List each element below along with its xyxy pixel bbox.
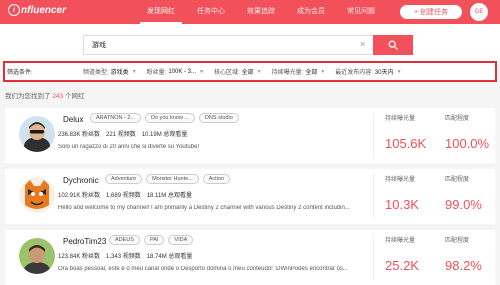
search-button[interactable] bbox=[373, 35, 413, 55]
tag[interactable]: ARATNON - 2... bbox=[90, 113, 142, 123]
match-value: 98.2% bbox=[445, 258, 482, 273]
video-count: 1,689 视频数 bbox=[106, 193, 141, 199]
filter-title: 筛选条件: bbox=[7, 70, 33, 76]
nav-faq[interactable]: 常见问题 bbox=[340, 0, 382, 24]
stats: 123.84K 粉丝数 1,343 视频数 18.74M 总观看量 bbox=[58, 251, 198, 260]
create-task-button[interactable]: + 创建任务 bbox=[400, 5, 462, 19]
tag[interactable]: PAI bbox=[143, 235, 165, 245]
filter-label: 频道类型: bbox=[83, 70, 109, 76]
user-avatar[interactable]: GE bbox=[470, 3, 488, 21]
filter-label: 核心区域: bbox=[213, 70, 240, 76]
tag[interactable]: VIDA bbox=[168, 235, 194, 245]
stats: 102.91K 粉丝数 1,689 视频数 18.11M 总观看量 bbox=[58, 190, 198, 199]
influencer-name[interactable]: Dychronic bbox=[63, 176, 99, 185]
result-number: 243 bbox=[52, 93, 64, 100]
view-count: 18.74M 总观看量 bbox=[146, 254, 193, 260]
exposure-label: 持续曝光量 bbox=[385, 177, 416, 183]
filter-value: 游戏类 bbox=[110, 70, 129, 76]
divider bbox=[373, 174, 374, 219]
tag-list: Adventure Monster Hunte... Action bbox=[105, 174, 234, 184]
result-prefix: 我们为您找到了 bbox=[5, 93, 53, 100]
chevron-down-icon: ▼ bbox=[320, 68, 326, 75]
chevron-down-icon: ▼ bbox=[396, 68, 402, 75]
exposure-value: 10.3K bbox=[385, 197, 419, 212]
search-icon bbox=[388, 40, 398, 50]
fans-count: 102.91K 粉丝数 bbox=[58, 193, 101, 199]
avatar[interactable] bbox=[19, 116, 55, 152]
logo-icon: i bbox=[8, 4, 20, 16]
view-count: 10.19M 总观看量 bbox=[141, 132, 188, 138]
tag[interactable]: DNS studio bbox=[198, 113, 239, 123]
clear-icon[interactable]: × bbox=[360, 39, 365, 49]
logo-text: nfluencer bbox=[21, 4, 67, 16]
fans-count: 123.84K 粉丝数 bbox=[58, 254, 101, 260]
match-label: 匹配程度 bbox=[445, 116, 470, 122]
divider bbox=[373, 113, 374, 158]
exposure-value: 105.6K bbox=[385, 136, 427, 151]
logo[interactable]: i nfluencer bbox=[8, 4, 66, 16]
nav-tasks[interactable]: 任务中心 bbox=[190, 0, 232, 24]
fans-count: 236.83K 粉丝数 bbox=[58, 132, 101, 138]
influencer-name[interactable]: Delux bbox=[63, 115, 83, 124]
match-label: 匹配程度 bbox=[445, 177, 470, 183]
tag-list: ADEUS PAI VIDA bbox=[109, 235, 197, 245]
tag[interactable]: Do you know ... bbox=[145, 113, 195, 123]
description: Ora boas pessoal, este é o meu canal ond… bbox=[58, 266, 348, 272]
tag[interactable]: Action bbox=[202, 174, 231, 184]
top-bar: i nfluencer 发现网红 任务中心 效果追踪 成为会员 常见问题 + 创… bbox=[0, 0, 500, 24]
filter-value: 30天内 bbox=[374, 70, 394, 76]
tag[interactable]: Monster Hunte... bbox=[146, 174, 199, 184]
filter-bar: 筛选条件: 频道类型: 游戏类 ▼ 粉丝量: 100K - 3... ▼ 核心区… bbox=[3, 61, 497, 82]
avatar[interactable] bbox=[19, 177, 55, 213]
chevron-down-icon: ▼ bbox=[199, 68, 204, 75]
tag[interactable]: ADEUS bbox=[109, 235, 140, 245]
nav-membership[interactable]: 成为会员 bbox=[290, 0, 332, 24]
nav-discover[interactable]: 发现网红 bbox=[140, 0, 182, 24]
influencer-name[interactable]: PedroTim23 bbox=[63, 237, 106, 246]
match-value: 100.0% bbox=[445, 136, 490, 151]
video-count: 221 视频数 bbox=[106, 132, 136, 138]
divider bbox=[373, 235, 374, 280]
exposure-label: 持续曝光量 bbox=[385, 116, 416, 122]
chevron-down-icon: ▼ bbox=[256, 68, 262, 75]
chevron-down-icon: ▼ bbox=[131, 68, 137, 75]
exposure-value: 25.2K bbox=[385, 258, 419, 273]
result-count: 我们为您找到了 243 个网红 bbox=[5, 90, 84, 100]
influencer-card[interactable]: Delux ARATNON - 2... Do you know ... DNS… bbox=[5, 108, 495, 163]
stats: 236.83K 粉丝数 221 视频数 10.19M 总观看量 bbox=[58, 129, 193, 138]
view-count: 18.11M 总观看量 bbox=[146, 193, 192, 199]
filter-label: 粉丝量: bbox=[146, 70, 167, 76]
filter-label: 最近发布内容: bbox=[335, 70, 373, 76]
tag-list: ARATNON - 2... Do you know ... DNS studi… bbox=[90, 113, 243, 123]
search-input[interactable]: 游戏 bbox=[83, 35, 373, 55]
filter-label: 持续曝光量: bbox=[271, 70, 304, 76]
match-value: 99.0% bbox=[445, 197, 482, 212]
filter-fans[interactable]: 粉丝量: 100K - 3... ▼ bbox=[146, 67, 204, 77]
avatar[interactable] bbox=[19, 238, 55, 274]
filter-recent-content[interactable]: 最近发布内容: 30天内 ▼ bbox=[335, 67, 402, 77]
video-count: 1,343 视频数 bbox=[106, 254, 141, 260]
description: Solo un ragazzo di 20 anni che si divert… bbox=[58, 144, 200, 150]
filter-region[interactable]: 核心区域: 全部 ▼ bbox=[213, 67, 262, 77]
filter-value: 100K - 3... bbox=[168, 68, 196, 75]
exposure-label: 持续曝光量 bbox=[385, 238, 416, 244]
nav-tracking[interactable]: 效果追踪 bbox=[240, 0, 282, 24]
filter-exposure[interactable]: 持续曝光量: 全部 ▼ bbox=[271, 67, 326, 77]
description: Hello and welcome to my channel! I am pr… bbox=[58, 205, 350, 211]
match-label: 匹配程度 bbox=[445, 238, 470, 244]
influencer-card[interactable]: Dychronic Adventure Monster Hunte... Act… bbox=[5, 169, 495, 224]
filter-value: 全部 bbox=[241, 70, 254, 76]
main-nav: 发现网红 任务中心 效果追踪 成为会员 常见问题 bbox=[140, 0, 390, 24]
filter-value: 全部 bbox=[305, 70, 318, 76]
result-suffix: 个网红 bbox=[63, 93, 85, 100]
tag[interactable]: Adventure bbox=[105, 174, 143, 184]
filter-channel-type[interactable]: 频道类型: 游戏类 ▼ bbox=[83, 67, 137, 77]
influencer-card[interactable]: PedroTim23 ADEUS PAI VIDA 123.84K 粉丝数 1,… bbox=[5, 230, 495, 285]
